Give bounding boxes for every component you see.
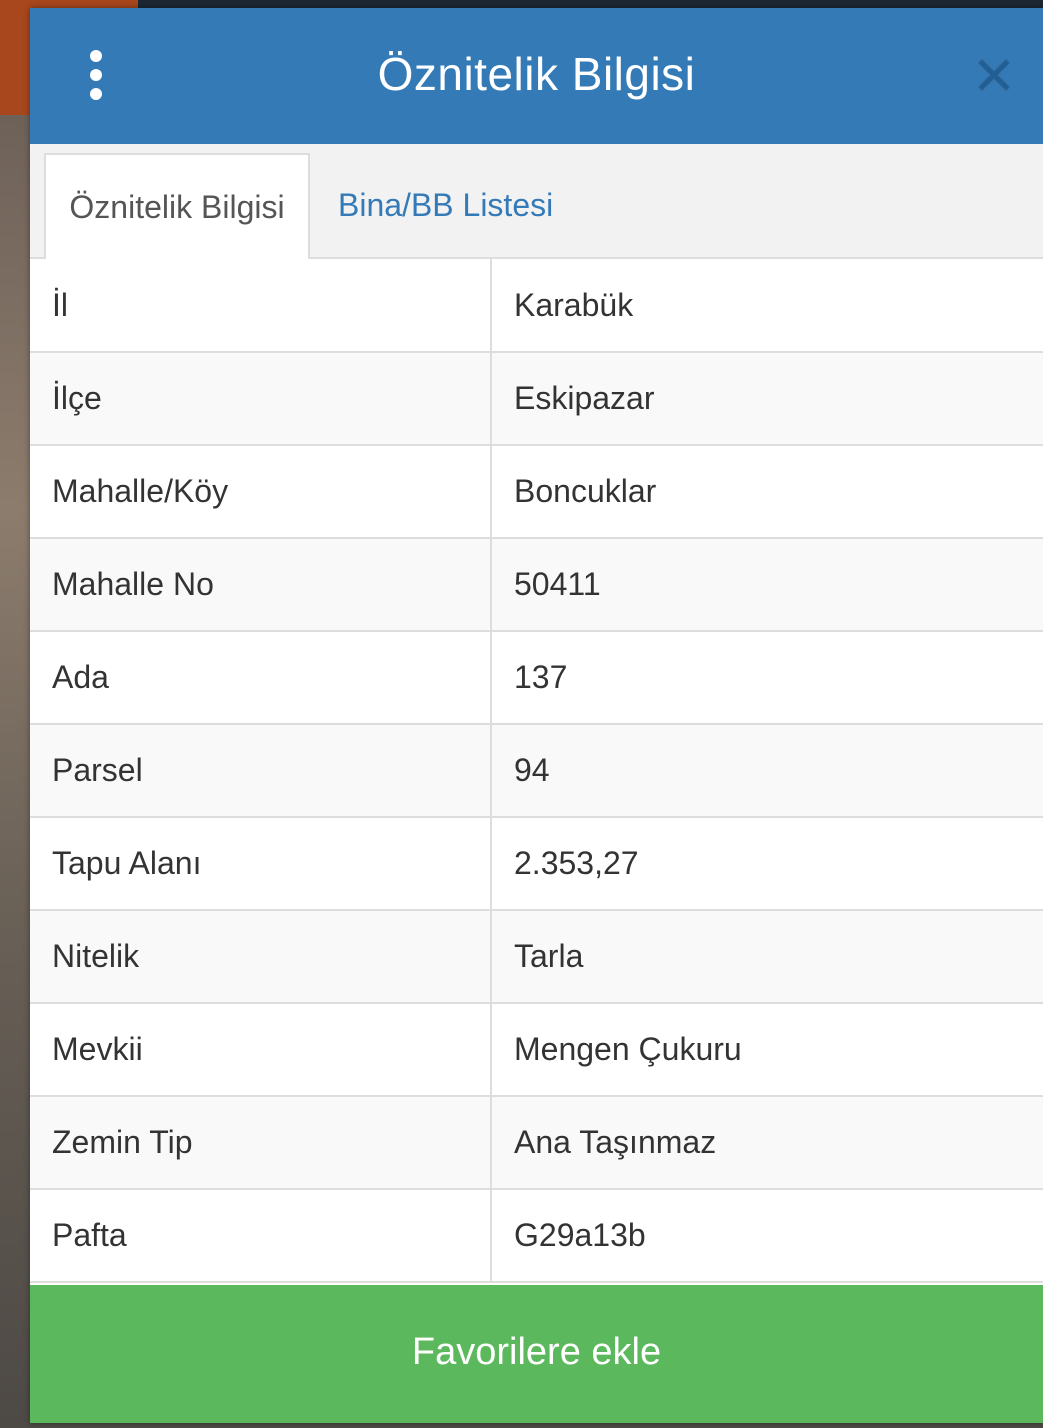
menu-dot <box>90 69 102 81</box>
attribute-key: Parsel <box>30 723 492 818</box>
attribute-value: Tarla <box>490 909 1043 1004</box>
table-row: Mahalle No 50411 <box>30 537 1043 632</box>
dialog-title: Öznitelik Bilgisi <box>377 48 696 100</box>
more-vertical-icon[interactable] <box>76 48 116 102</box>
attribute-value: Ana Taşınmaz <box>490 1095 1043 1190</box>
attribute-key: Ada <box>30 630 492 725</box>
attribute-value: 2.353,27 <box>490 816 1043 911</box>
close-icon[interactable] <box>974 55 1014 95</box>
attribute-key: Nitelik <box>30 909 492 1004</box>
dialog-header: Öznitelik Bilgisi <box>30 8 1043 144</box>
add-to-favorites-button[interactable]: Favorilere ekle <box>30 1285 1043 1423</box>
attribute-value: G29a13b <box>490 1188 1043 1283</box>
attribute-info-dialog: Öznitelik Bilgisi Öznitelik Bilgisi Bina… <box>30 8 1043 1423</box>
table-row: Ada 137 <box>30 630 1043 725</box>
tab-attribute-info[interactable]: Öznitelik Bilgisi <box>44 153 310 261</box>
attribute-key: Mahalle/Köy <box>30 444 492 539</box>
attribute-value: Eskipazar <box>490 351 1043 446</box>
table-row: İl Karabük <box>30 259 1043 353</box>
table-row: Pafta G29a13b <box>30 1188 1043 1283</box>
map-top-bar <box>0 0 1043 8</box>
attribute-key: Mevkii <box>30 1002 492 1097</box>
attribute-key: İl <box>30 259 492 353</box>
attribute-value: Boncuklar <box>490 444 1043 539</box>
attribute-key: Tapu Alanı <box>30 816 492 911</box>
tab-building-list[interactable]: Bina/BB Listesi <box>338 153 553 257</box>
tab-bar: Öznitelik Bilgisi Bina/BB Listesi <box>30 144 1043 261</box>
table-row: Parsel 94 <box>30 723 1043 818</box>
attribute-key: Pafta <box>30 1188 492 1283</box>
attribute-key: Mahalle No <box>30 537 492 632</box>
table-row: Zemin Tip Ana Taşınmaz <box>30 1095 1043 1190</box>
attribute-value: Karabük <box>490 259 1043 353</box>
attribute-key: İlçe <box>30 351 492 446</box>
table-row: Mahalle/Köy Boncuklar <box>30 444 1043 539</box>
table-row: Nitelik Tarla <box>30 909 1043 1004</box>
attribute-key: Zemin Tip <box>30 1095 492 1190</box>
attribute-value: Mengen Çukuru <box>490 1002 1043 1097</box>
attribute-value: 94 <box>490 723 1043 818</box>
table-row: Tapu Alanı 2.353,27 <box>30 816 1043 911</box>
attribute-value: 137 <box>490 630 1043 725</box>
table-row: Mevkii Mengen Çukuru <box>30 1002 1043 1097</box>
menu-dot <box>90 50 102 62</box>
menu-dot <box>90 88 102 100</box>
table-row: İlçe Eskipazar <box>30 351 1043 446</box>
attribute-value: 50411 <box>490 537 1043 632</box>
map-visible-edge <box>0 115 30 1428</box>
attribute-table: İl Karabük İlçe Eskipazar Mahalle/Köy Bo… <box>30 259 1043 1283</box>
